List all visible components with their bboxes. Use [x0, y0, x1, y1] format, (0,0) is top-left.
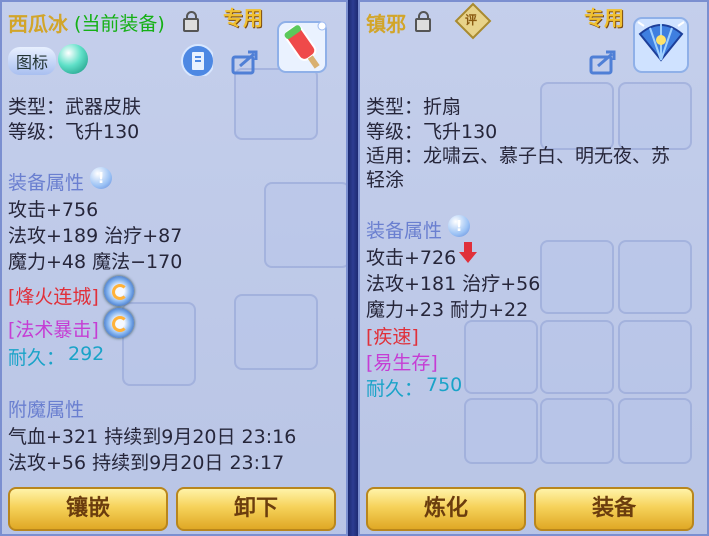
equipment-compare-screen: 西瓜冰 (当前装备) 专用 图标 类型：武器皮肤 等级：飞升130 装备属性 !… — [0, 0, 709, 536]
exclusive-label: 专用 — [223, 6, 263, 30]
suitable-line-1: 适用：龙啸云、慕子白、明无夜、苏 — [366, 145, 671, 167]
card-icon[interactable] — [181, 44, 213, 76]
durability-label: 耐久： — [366, 378, 424, 400]
panel-divider — [348, 0, 358, 536]
equip-button[interactable]: 装备 — [534, 487, 694, 531]
bg-tile — [122, 302, 196, 386]
lock-icon[interactable] — [415, 11, 431, 32]
durability-label: 耐久： — [8, 347, 66, 369]
gem-label: 评 — [465, 13, 478, 27]
stats-line-2: 魔力+23 耐力+22 — [366, 299, 529, 321]
bg-tile — [618, 82, 692, 150]
attack-line: 攻击+756 — [8, 199, 99, 221]
info-icon[interactable]: ! — [90, 167, 112, 189]
skill-1: [疾速] — [366, 326, 419, 348]
exclusive-label: 专用 — [584, 6, 624, 30]
bg-tile — [464, 398, 538, 464]
bg-tile — [464, 320, 538, 394]
skill-swirl-icon[interactable] — [104, 276, 134, 306]
attack-line: 攻击+726 — [366, 247, 457, 269]
export-icon[interactable] — [228, 44, 260, 76]
skill-2: [法术暴击] — [8, 319, 99, 341]
type-line: 类型：折扇 — [366, 96, 462, 118]
orb-icon[interactable] — [58, 44, 88, 74]
durability-value: 292 — [68, 343, 105, 365]
watermelon-popsicle-icon — [277, 21, 327, 73]
bg-tile — [540, 398, 614, 464]
level-line: 等级：飞升130 — [366, 121, 498, 143]
refine-button[interactable]: 炼化 — [366, 487, 526, 531]
suitable-line-2: 轻涂 — [366, 169, 405, 191]
bg-tile — [234, 68, 318, 140]
enchant-line-2: 法攻+56 持续到9月20日 23:17 — [8, 452, 285, 474]
bg-tile — [540, 320, 614, 394]
attr-header: 装备属性 — [366, 220, 443, 242]
export-icon[interactable] — [586, 44, 618, 76]
skill-swirl-icon[interactable] — [104, 308, 134, 338]
current-equip-tag: (当前装备) — [74, 13, 165, 35]
bg-tile — [618, 398, 692, 464]
bg-tile — [264, 182, 346, 268]
bg-tile — [540, 240, 614, 314]
inlay-button[interactable]: 镶嵌 — [8, 487, 168, 531]
enchant-header: 附魔属性 — [8, 399, 85, 421]
info-icon[interactable]: ! — [448, 215, 470, 237]
down-arrow-icon — [459, 242, 477, 263]
fan-weapon-icon — [633, 17, 689, 73]
skill-1: [烽火连城] — [8, 286, 99, 308]
enchant-line-1: 气血+321 持续到9月20日 23:16 — [8, 426, 297, 448]
attr-header: 装备属性 — [8, 172, 85, 194]
unequip-button[interactable]: 卸下 — [176, 487, 336, 531]
level-line: 等级：飞升130 — [8, 121, 140, 143]
lock-icon[interactable] — [183, 11, 199, 32]
icon-tag-badge[interactable]: 图标 — [8, 47, 57, 75]
stats-line-1: 法攻+181 治疗+56 — [366, 273, 541, 295]
item-name: 西瓜冰 — [8, 12, 68, 36]
stats-line-2: 魔力+48 魔法−170 — [8, 251, 183, 273]
bg-tile — [540, 82, 614, 150]
type-line: 类型：武器皮肤 — [8, 96, 142, 118]
bg-tile — [618, 240, 692, 314]
skill-2: [易生存] — [366, 352, 438, 374]
bg-tile — [234, 294, 318, 370]
durability-value: 750 — [426, 374, 463, 396]
stats-line-1: 法攻+189 治疗+87 — [8, 225, 183, 247]
compare-equipment-panel: 镇邪 评 专用 类型：折扇 等级：飞升130 适用：龙啸云、慕子白、明无夜、苏 … — [358, 0, 709, 536]
item-name: 镇邪 — [366, 12, 406, 36]
current-equipment-panel: 西瓜冰 (当前装备) 专用 图标 类型：武器皮肤 等级：飞升130 装备属性 !… — [0, 0, 348, 536]
bg-tile — [618, 320, 692, 394]
